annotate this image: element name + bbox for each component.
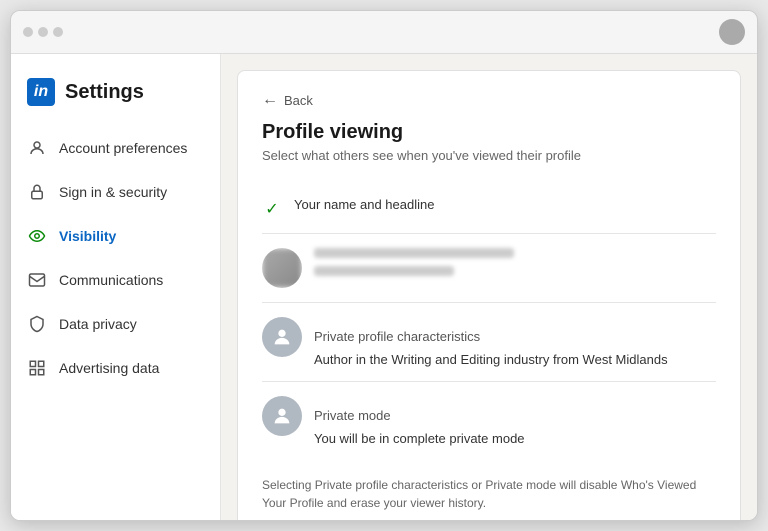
sidebar-item-label-visibility: Visibility bbox=[59, 228, 116, 244]
private-mode-description: You will be in complete private mode bbox=[314, 431, 716, 446]
option-private-mode[interactable]: Private mode You will be in complete pri… bbox=[262, 382, 716, 460]
option-your-name[interactable]: ✓ Your name and headline bbox=[262, 183, 716, 234]
private-mode-block: Private mode You will be in complete pri… bbox=[314, 396, 716, 446]
sidebar-item-communications[interactable]: Communications bbox=[11, 258, 220, 302]
private-mode-avatar bbox=[262, 396, 302, 436]
browser-body: in Settings Account preferences bbox=[11, 54, 757, 520]
sidebar-item-sign-security[interactable]: Sign in & security bbox=[11, 170, 220, 214]
sidebar-item-label-account: Account preferences bbox=[59, 140, 187, 156]
browser-chrome bbox=[11, 11, 757, 54]
option-name-label: Your name and headline bbox=[294, 197, 716, 212]
user-headline-blur bbox=[314, 266, 454, 276]
main-content: ← Back Profile viewing Select what other… bbox=[221, 54, 757, 520]
page-title: Profile viewing bbox=[262, 121, 716, 144]
header-right bbox=[719, 19, 745, 45]
back-arrow-icon: ← bbox=[262, 91, 278, 109]
private-profile-description: Author in the Writing and Editing indust… bbox=[314, 352, 716, 367]
page-subtitle: Select what others see when you've viewe… bbox=[262, 148, 716, 163]
settings-title: Settings bbox=[65, 81, 144, 104]
linkedin-logo: in bbox=[27, 78, 55, 106]
sidebar-item-label-communications: Communications bbox=[59, 272, 163, 288]
back-link[interactable]: ← Back bbox=[262, 91, 716, 109]
user-name-blur bbox=[314, 248, 514, 258]
content-card: ← Back Profile viewing Select what other… bbox=[237, 70, 741, 520]
browser-dot-1 bbox=[23, 27, 33, 37]
footer-note: Selecting Private profile characteristic… bbox=[262, 476, 716, 512]
user-icon bbox=[27, 138, 47, 158]
private-profile-avatar bbox=[262, 317, 302, 357]
option-name-block: Your name and headline bbox=[294, 197, 716, 214]
sidebar: in Settings Account preferences bbox=[11, 54, 221, 520]
grid-icon bbox=[27, 358, 47, 378]
eye-icon bbox=[27, 226, 47, 246]
header-avatar bbox=[719, 19, 745, 45]
browser-dots bbox=[23, 27, 63, 37]
avatar-image-blur bbox=[262, 248, 302, 288]
sidebar-item-account-preferences[interactable]: Account preferences bbox=[11, 126, 220, 170]
browser-window: in Settings Account preferences bbox=[10, 10, 758, 521]
option-avatar-row[interactable] bbox=[262, 234, 716, 303]
private-profile-block: Private profile characteristics Author i… bbox=[314, 317, 716, 367]
sidebar-header: in Settings bbox=[11, 70, 220, 126]
sidebar-item-data-privacy[interactable]: Data privacy bbox=[11, 302, 220, 346]
avatar bbox=[262, 248, 302, 288]
sidebar-item-advertising[interactable]: Advertising data bbox=[11, 346, 220, 390]
option-private-profile[interactable]: Private profile characteristics Author i… bbox=[262, 303, 716, 382]
sidebar-item-visibility[interactable]: Visibility bbox=[11, 214, 220, 258]
sidebar-item-label-security: Sign in & security bbox=[59, 184, 167, 200]
checkmark-icon: ✓ bbox=[262, 199, 282, 219]
mail-icon bbox=[27, 270, 47, 290]
user-info-block bbox=[314, 248, 514, 276]
sidebar-nav: Account preferences Sign in & security bbox=[11, 126, 220, 390]
sidebar-item-label-privacy: Data privacy bbox=[59, 316, 137, 332]
private-profile-section-label: Private profile characteristics bbox=[314, 317, 716, 352]
browser-dot-3 bbox=[53, 27, 63, 37]
lock-icon bbox=[27, 182, 47, 202]
shield-icon bbox=[27, 314, 47, 334]
sidebar-item-label-advertising: Advertising data bbox=[59, 360, 159, 376]
private-mode-section-label: Private mode bbox=[314, 396, 716, 431]
back-label: Back bbox=[284, 93, 313, 108]
browser-dot-2 bbox=[38, 27, 48, 37]
